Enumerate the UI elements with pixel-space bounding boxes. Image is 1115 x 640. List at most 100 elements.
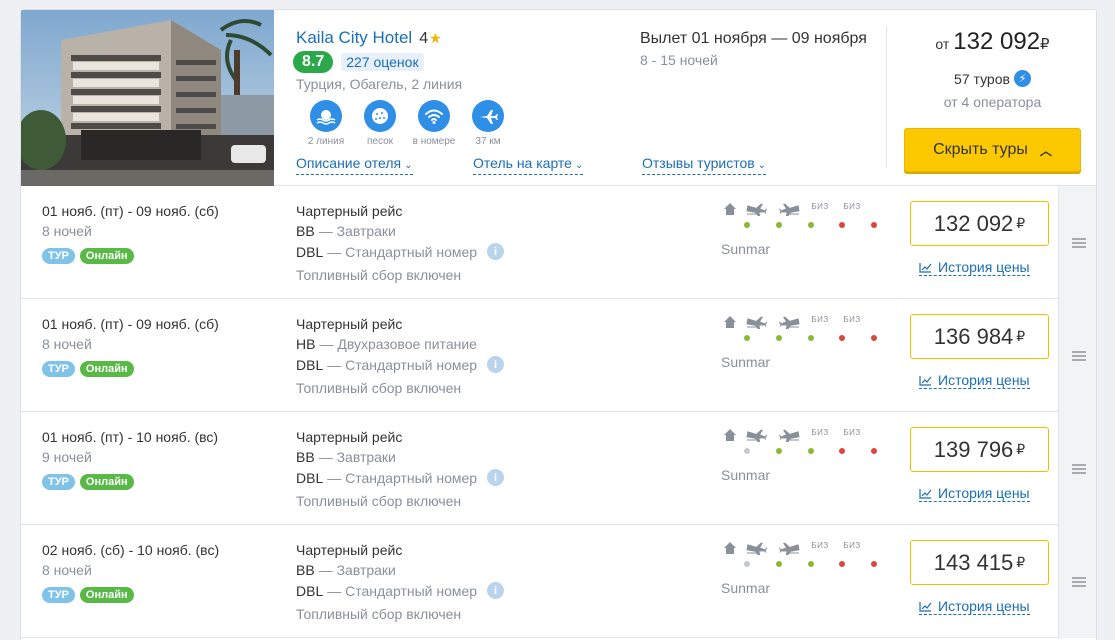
- hamburger-icon: [1071, 237, 1086, 248]
- tour-dates: 02 нояб. (сб) - 10 нояб. (вс): [42, 542, 220, 558]
- meal-code: BB: [296, 449, 315, 465]
- airport-icon: [472, 100, 504, 132]
- info-icon[interactable]: i: [487, 243, 505, 260]
- room-code: DBL: [296, 356, 324, 373]
- meal-code: HB: [296, 336, 316, 352]
- row-menu-handle[interactable]: [1058, 412, 1096, 525]
- tour-row[interactable]: 01 нояб. (пт) - 10 нояб. (вс) 9 ночей ТУ…: [21, 412, 1096, 525]
- room-text: — Стандартный номер: [327, 356, 478, 373]
- business-class-return-icon: БИЗ: [840, 541, 864, 555]
- tour-badges: ТУР Онлайн: [42, 474, 139, 490]
- business-class-return-icon: БИЗ: [840, 202, 864, 216]
- chevron-down-icon: ⌄: [404, 160, 413, 171]
- tour-price-button[interactable]: 143 415 ₽: [910, 540, 1049, 585]
- tour-row[interactable]: 02 нояб. (сб) - 10 нояб. (вс) 8 ночей ТУ…: [21, 525, 1096, 638]
- tour-badge: ТУР: [42, 474, 75, 490]
- tour-badge: ТУР: [42, 587, 75, 603]
- hotel-description-link[interactable]: Описание отеля ⌄: [296, 155, 413, 175]
- status-dot: [871, 448, 877, 454]
- flight-return-icon: [777, 315, 801, 329]
- hotel-photo[interactable]: [21, 10, 274, 186]
- service-indicators: БИЗ БИЗ: [718, 541, 878, 581]
- hotel-name[interactable]: Kaila City Hotel 4 ★: [296, 28, 442, 48]
- price-history-label: История цены: [938, 259, 1030, 275]
- tour-price-button[interactable]: 139 796 ₽: [910, 427, 1049, 472]
- star-icon: ★: [429, 30, 442, 46]
- business-class-label: БИЗ: [811, 315, 829, 324]
- business-class-departure-icon: БИЗ: [808, 315, 832, 329]
- info-icon[interactable]: i: [487, 356, 505, 373]
- row-menu-handle[interactable]: [1058, 299, 1096, 412]
- flight-type: Чартерный рейс: [296, 203, 403, 219]
- reviews-link[interactable]: 227 оценок: [341, 53, 424, 71]
- fuel-surcharge: Топливный сбор включен: [296, 493, 462, 509]
- price-history-link[interactable]: История цены: [919, 599, 1030, 615]
- meal-text: — Завтраки: [318, 449, 396, 465]
- tour-row[interactable]: 01 нояб. (пт) - 09 нояб. (сб) 8 ночей ТУ…: [21, 186, 1096, 299]
- business-class-label: БИЗ: [843, 202, 861, 211]
- hotel-name-text[interactable]: Kaila City Hotel: [296, 28, 412, 48]
- flight-departure-icon: [745, 541, 769, 555]
- flight-return-icon: [777, 428, 801, 442]
- hotel-reviews-label: Отзывы туристов: [642, 155, 755, 171]
- hotel-location: Турция, Обагель, 2 линия: [296, 76, 463, 92]
- hotel-reviews-link[interactable]: Отзывы туристов ⌄: [642, 155, 767, 175]
- room-type: DBL — Стандартный номер i: [296, 469, 505, 486]
- price-history-label: История цены: [938, 598, 1030, 614]
- service-indicators: БИЗ БИЗ: [718, 428, 878, 468]
- fuel-surcharge: Топливный сбор включен: [296, 380, 462, 396]
- hotel-icon: [718, 202, 742, 216]
- fuel-surcharge: Топливный сбор включен: [296, 606, 462, 622]
- currency-symbol: ₽: [1016, 554, 1026, 570]
- feature-label: 37 км: [475, 136, 501, 147]
- status-dot: [839, 222, 845, 228]
- status-dot: [744, 448, 750, 454]
- info-icon[interactable]: i: [487, 469, 505, 486]
- status-dot: [744, 335, 750, 341]
- tour-price: 132 092: [933, 210, 1014, 236]
- hotel-stars: 4: [419, 30, 429, 47]
- tour-operator: Sunmar: [721, 467, 771, 483]
- business-class-departure-icon: БИЗ: [808, 428, 832, 442]
- meal-text: — Завтраки: [318, 562, 396, 578]
- tour-price: 143 415: [933, 549, 1014, 575]
- hide-tours-button[interactable]: Скрыть туры ︿: [904, 128, 1081, 172]
- row-menu-handle[interactable]: [1058, 186, 1096, 299]
- tour-dates: 01 нояб. (пт) - 09 нояб. (сб): [42, 316, 219, 332]
- tour-badges: ТУР Онлайн: [42, 248, 139, 264]
- status-dot: [871, 222, 877, 228]
- tour-row[interactable]: 01 нояб. (пт) - 09 нояб. (сб) 8 ночей ТУ…: [21, 299, 1096, 412]
- currency-symbol: ₽: [1016, 215, 1026, 231]
- business-class-departure-icon: БИЗ: [808, 202, 832, 216]
- room-type: DBL — Стандартный номер i: [296, 356, 505, 373]
- price-history-link[interactable]: История цены: [919, 486, 1030, 502]
- tours-count-text: 57 туров: [954, 70, 1010, 87]
- status-dot: [776, 222, 782, 228]
- service-indicators: БИЗ БИЗ: [718, 315, 878, 355]
- tour-price-button[interactable]: 136 984 ₽: [910, 314, 1049, 359]
- chart-icon: [919, 376, 932, 386]
- hotel-map-link[interactable]: Отель на карте ⌄: [473, 155, 584, 175]
- meal-code: BB: [296, 223, 315, 239]
- tour-operator: Sunmar: [721, 580, 771, 596]
- hotel-description-label: Описание отеля: [296, 155, 402, 171]
- chart-icon: [919, 489, 932, 499]
- rating-score: 8.7: [293, 51, 334, 73]
- min-price: от 132 092₽: [887, 28, 1096, 56]
- price-history-link[interactable]: История цены: [919, 373, 1030, 389]
- online-badge: Онлайн: [79, 361, 134, 377]
- beach-icon: [310, 100, 342, 132]
- online-badge: Онлайн: [79, 248, 134, 264]
- business-class-departure-icon: БИЗ: [808, 541, 832, 555]
- flight-type: Чартерный рейс: [296, 542, 403, 558]
- info-icon[interactable]: i: [487, 582, 505, 599]
- room-text: — Стандартный номер: [327, 469, 478, 486]
- status-dot: [808, 222, 814, 228]
- tour-badge: ТУР: [42, 361, 75, 377]
- tour-badges: ТУР Онлайн: [42, 587, 139, 603]
- status-dot: [808, 561, 814, 567]
- row-menu-handle[interactable]: [1058, 525, 1096, 638]
- tour-price-button[interactable]: 132 092 ₽: [910, 201, 1049, 246]
- flight-return-icon: [777, 202, 801, 216]
- price-history-link[interactable]: История цены: [919, 260, 1030, 276]
